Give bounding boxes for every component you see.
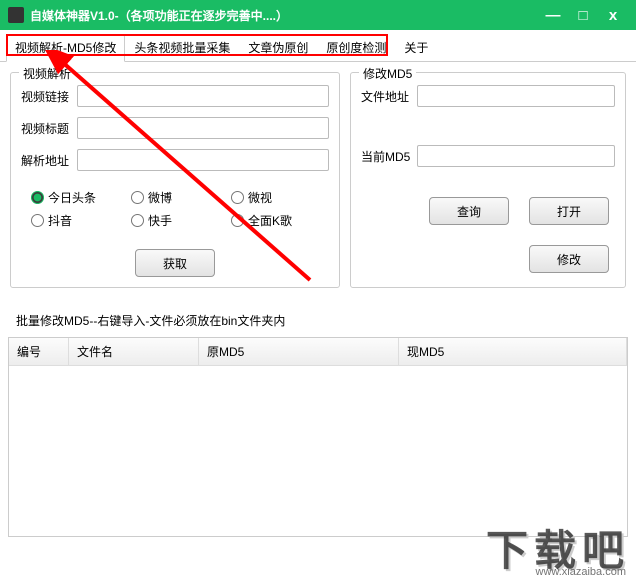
open-button[interactable]: 打开: [529, 197, 609, 225]
titlebar: 自媒体神器V1.0-（各项功能正在逐步完善中....） — □ x: [0, 0, 636, 30]
tab-article-rewrite[interactable]: 文章伪原创: [239, 34, 317, 61]
tab-bar: 视频解析-MD5修改 头条视频批量采集 文章伪原创 原创度检测 关于: [0, 30, 636, 62]
modify-button[interactable]: 修改: [529, 245, 609, 273]
tab-originality-check[interactable]: 原创度检测: [317, 34, 395, 61]
minimize-button[interactable]: —: [538, 7, 568, 24]
maximize-button[interactable]: □: [568, 7, 598, 24]
close-button[interactable]: x: [598, 7, 628, 24]
table-body[interactable]: [9, 366, 627, 538]
batch-table: 编号 文件名 原MD5 现MD5: [8, 337, 628, 537]
video-parse-panel: 视频解析 视频链接 视频标题 解析地址 今日头条 微博 微视 抖音 快手 全面K…: [10, 72, 340, 288]
tab-toutiao-batch[interactable]: 头条视频批量采集: [125, 34, 239, 61]
col-original-md5[interactable]: 原MD5: [199, 338, 399, 365]
batch-section-label: 批量修改MD5--右键导入-文件必须放在bin文件夹内: [8, 308, 636, 333]
current-md5-input[interactable]: [417, 145, 615, 167]
current-md5-label: 当前MD5: [361, 148, 417, 165]
watermark-url: www.xiazaiba.com: [536, 566, 626, 578]
video-title-input[interactable]: [77, 117, 329, 139]
parse-addr-input[interactable]: [77, 149, 329, 171]
query-button[interactable]: 查询: [429, 197, 509, 225]
radio-quanmink[interactable]: 全面K歌: [231, 212, 301, 229]
video-parse-legend: 视频解析: [19, 65, 75, 82]
md5-modify-legend: 修改MD5: [359, 65, 416, 82]
radio-douyin[interactable]: 抖音: [31, 212, 101, 229]
tab-video-parse-md5[interactable]: 视频解析-MD5修改: [6, 34, 125, 62]
file-addr-input[interactable]: [417, 85, 615, 107]
window-title: 自媒体神器V1.0-（各项功能正在逐步完善中....）: [30, 7, 538, 24]
video-link-input[interactable]: [77, 85, 329, 107]
col-current-md5[interactable]: 现MD5: [399, 338, 627, 365]
video-title-label: 视频标题: [21, 120, 77, 137]
radio-weibo[interactable]: 微博: [131, 189, 201, 206]
radio-toutiao[interactable]: 今日头条: [31, 189, 101, 206]
get-button[interactable]: 获取: [135, 249, 215, 277]
radio-kuaishou[interactable]: 快手: [131, 212, 201, 229]
tab-about[interactable]: 关于: [395, 34, 437, 61]
md5-modify-panel: 修改MD5 文件地址 当前MD5 查询 打开 修改: [350, 72, 626, 288]
table-header: 编号 文件名 原MD5 现MD5: [9, 338, 627, 366]
radio-weishi[interactable]: 微视: [231, 189, 301, 206]
source-radio-group: 今日头条 微博 微视 抖音 快手 全面K歌: [21, 181, 329, 237]
col-filename[interactable]: 文件名: [69, 338, 199, 365]
col-id[interactable]: 编号: [9, 338, 69, 365]
file-addr-label: 文件地址: [361, 88, 417, 105]
parse-addr-label: 解析地址: [21, 152, 77, 169]
app-icon: [8, 7, 24, 23]
video-link-label: 视频链接: [21, 88, 77, 105]
